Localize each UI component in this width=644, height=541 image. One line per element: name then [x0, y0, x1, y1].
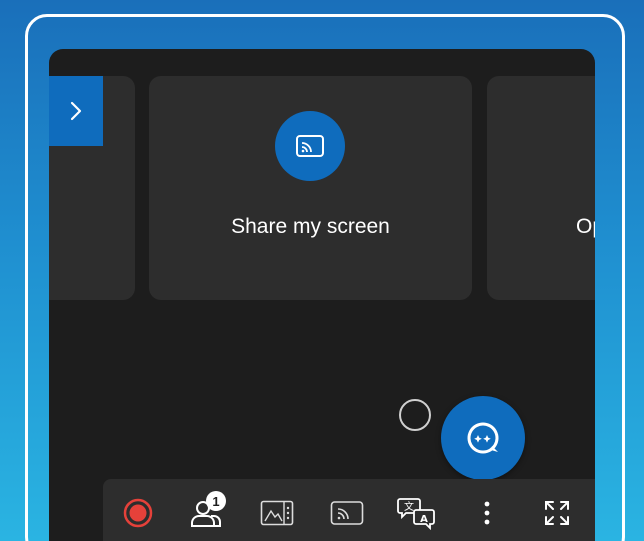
sidebar-toggle-button[interactable]	[49, 76, 103, 146]
translate-icon: 文 A	[397, 498, 435, 530]
meeting-screen: Share my screen Op	[49, 49, 595, 541]
meeting-toolbar: 1 文 A	[103, 479, 595, 541]
record-button[interactable]	[118, 493, 158, 533]
next-card-label: Op	[576, 215, 595, 238]
image-icon	[260, 500, 294, 526]
status-ring	[399, 399, 431, 431]
copilot-button[interactable]	[441, 396, 525, 480]
next-card[interactable]: Op	[487, 76, 595, 300]
participants-button[interactable]: 1	[187, 491, 227, 533]
translate-button[interactable]: 文 A	[397, 493, 437, 533]
copilot-chat-icon	[467, 422, 499, 454]
svg-text:A: A	[420, 514, 428, 525]
participants-count-badge: 1	[206, 491, 226, 511]
fullscreen-button[interactable]	[537, 493, 577, 533]
chevron-right-icon	[70, 101, 82, 121]
cast-screen-icon	[275, 111, 345, 181]
share-screen-label: Share my screen	[231, 215, 390, 238]
svg-text:文: 文	[404, 500, 414, 513]
more-options-button[interactable]	[467, 493, 507, 533]
share-screen-card[interactable]: Share my screen	[149, 76, 472, 300]
cast-button[interactable]	[327, 493, 367, 533]
more-vertical-icon	[484, 501, 490, 525]
cast-icon	[330, 501, 364, 525]
expand-icon	[545, 501, 569, 525]
background-button[interactable]	[257, 493, 297, 533]
record-icon	[123, 498, 153, 528]
